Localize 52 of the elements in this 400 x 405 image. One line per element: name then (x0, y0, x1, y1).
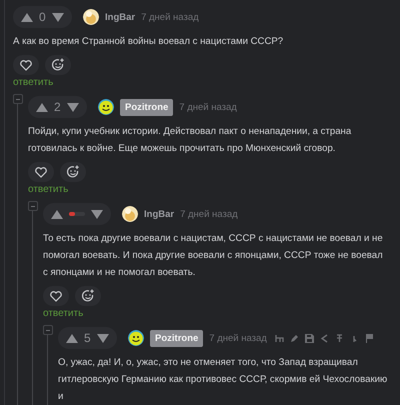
reaction-button[interactable] (75, 286, 101, 306)
avatar[interactable] (122, 206, 138, 222)
comment-text: О, ужас, да! И, о, ужас, это не отменяет того, что Запад взращивал гитлеровскую Германию как противовес СССР, скормив ей Чехословакию и (58, 356, 388, 404)
author-name[interactable]: Pozitrone (120, 98, 174, 116)
reply-link[interactable]: ответить (13, 77, 400, 88)
rating-value: 2 (54, 100, 61, 114)
downvote-icon[interactable] (91, 210, 103, 218)
downvote-icon[interactable] (52, 12, 64, 22)
like-button[interactable] (43, 286, 69, 306)
downvote-icon[interactable] (67, 102, 79, 112)
reaction-button[interactable] (60, 162, 86, 182)
comment-text: Пойди, купи учебник истории. Действовал пакт о ненападении, а страна готовилась к войне. Еще можешь прочитать про Мюнхенский сговор. (28, 125, 352, 156)
pencil-icon[interactable] (290, 334, 299, 342)
comment-time: 7 дней назад (141, 12, 199, 22)
reaction-button[interactable] (45, 55, 71, 75)
comment-time: 7 дней назад (209, 332, 267, 344)
collapse-toggle[interactable] (13, 94, 23, 104)
reply-link[interactable]: ответить (43, 308, 400, 319)
upvote-icon[interactable] (51, 210, 63, 218)
like-button[interactable] (13, 55, 39, 75)
comment-text: А как во время Странной войны воевал с нацистами СССР? (13, 35, 284, 49)
save-icon[interactable] (304, 334, 314, 342)
rating-value: 0 (39, 10, 46, 24)
heart-icon (20, 60, 32, 70)
rating-value: 5 (84, 331, 91, 345)
collapse-toggle[interactable] (28, 201, 38, 211)
comment-time: 7 дней назад (179, 102, 237, 112)
share-icon[interactable] (320, 334, 329, 342)
smiley-avatar[interactable] (128, 330, 144, 346)
upvote-icon[interactable] (21, 12, 33, 22)
add-smiley-icon (66, 165, 80, 179)
heart-icon (50, 290, 62, 302)
reply-link[interactable]: ответить (28, 184, 400, 195)
pin-icon[interactable] (334, 334, 344, 342)
heart-icon (35, 166, 47, 178)
branch-icon[interactable] (274, 334, 284, 342)
add-smiley-icon (81, 289, 95, 303)
upvote-icon[interactable] (36, 102, 48, 112)
author-name[interactable]: IngBar (144, 208, 174, 220)
comment-time: 7 дней назад (180, 208, 238, 220)
smiley-avatar[interactable] (98, 99, 114, 115)
author-name[interactable]: IngBar (105, 12, 136, 22)
comment-text: То есть пока другие воевали с нацистам, СССР с нацистами не воевал и не помогал воевать. И пока другие воевали с японцами, СССР тоже не воевал с японцами и не помогал воевать. (43, 232, 384, 280)
collapse-toggle[interactable] (43, 325, 53, 335)
flag-icon[interactable] (364, 334, 374, 342)
avatar[interactable] (83, 9, 99, 25)
author-name[interactable]: Pozitrone (150, 330, 204, 346)
upvote-icon[interactable] (66, 334, 78, 342)
rating-pending-bar (69, 212, 85, 216)
like-button[interactable] (28, 162, 54, 182)
downvote-icon[interactable] (97, 334, 109, 342)
add-smiley-icon (51, 58, 65, 72)
